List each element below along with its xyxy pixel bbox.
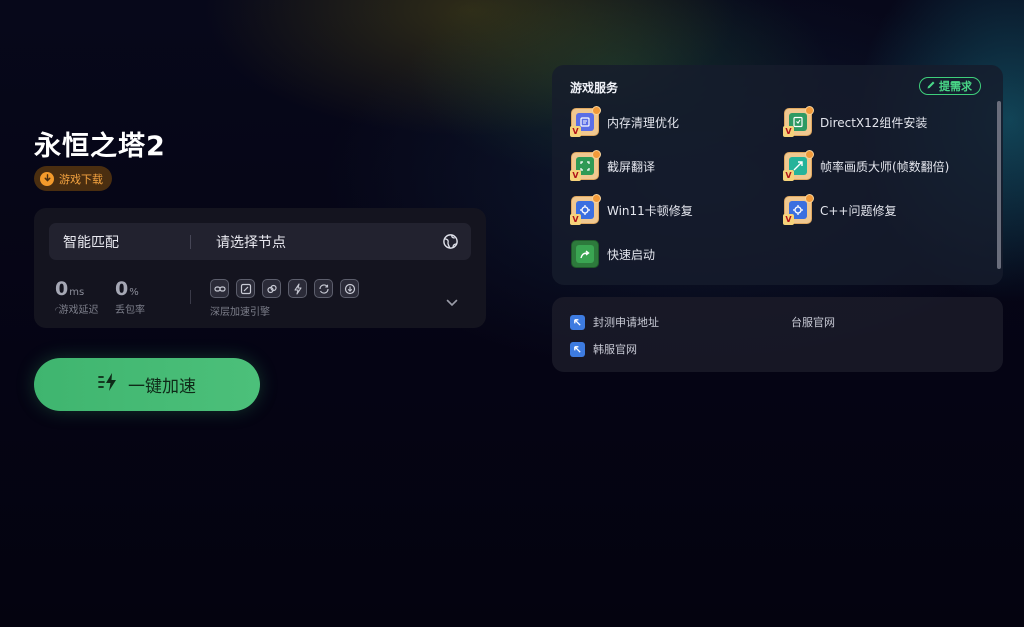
latency-unit: ms: [69, 287, 85, 298]
packet-loss-value: 0: [115, 278, 129, 300]
link-korea-official[interactable]: 韩服官网: [570, 341, 637, 357]
service-label: C++问题修复: [820, 203, 897, 218]
game-title: 永恒之塔2: [34, 131, 166, 162]
service-label: 截屏翻译: [607, 159, 656, 174]
link-label: 封测申请地址: [593, 316, 659, 329]
smart-match-mode[interactable]: 智能匹配: [49, 232, 190, 252]
service-label: 快速启动: [607, 247, 656, 262]
link-label: 台服官网: [791, 316, 835, 329]
quick-launch-icon: [571, 240, 599, 268]
chain-icon: [262, 279, 281, 298]
refresh-icon: [314, 279, 333, 298]
pencil-icon: [926, 80, 936, 93]
screen-icon: [236, 279, 255, 298]
services-title: 游戏服务: [570, 81, 619, 95]
service-label: 帧率画质大师(帧数翻倍): [820, 159, 950, 174]
service-label: 内存清理优化: [607, 115, 680, 130]
boost-label: 一键加速: [128, 377, 196, 397]
service-quick-launch[interactable]: 快速启动: [571, 240, 655, 268]
game-download-label: 游戏下载: [59, 172, 103, 186]
chevron-down-icon[interactable]: [446, 292, 458, 311]
download-icon: [340, 279, 359, 298]
bolt-icon: [288, 279, 307, 298]
cpp-fix-icon: V: [783, 194, 814, 225]
service-cpp-fix[interactable]: V C++问题修复: [783, 194, 897, 225]
directx-install-icon: V: [783, 106, 814, 137]
stats-divider: [190, 290, 191, 304]
framerate-master-icon: V: [783, 150, 814, 181]
game-services-panel: 游戏服务 提需求 V 内存清理优化 V DirectX12组件安装 V 截屏翻译…: [552, 65, 1003, 285]
latency-value: 0: [55, 278, 69, 300]
service-directx12-install[interactable]: V DirectX12组件安装: [783, 106, 928, 137]
boost-bolt-icon: [98, 372, 120, 397]
packet-loss-label: 丢包率: [115, 305, 145, 316]
link-beta-application[interactable]: 封测申请地址: [570, 314, 659, 330]
engine-icon-row: [210, 279, 359, 298]
packet-loss-stat: 0% 丢包率: [115, 278, 145, 316]
links-panel: 封测申请地址 台服官网 韩服官网: [552, 297, 1003, 372]
one-click-boost-button[interactable]: 一键加速: [34, 358, 260, 411]
service-framerate-master[interactable]: V 帧率画质大师(帧数翻倍): [783, 150, 950, 181]
route-selector: 智能匹配 请选择节点: [49, 223, 471, 260]
latency-stat: 0ms ◜游戏延迟: [55, 278, 99, 316]
download-circle-icon: [40, 171, 54, 186]
memory-clean-icon: V: [570, 106, 601, 137]
engine-label: 深层加速引擎: [210, 307, 270, 318]
link-taiwan-official[interactable]: 台服官网: [791, 314, 835, 330]
node-select[interactable]: 请选择节点: [191, 232, 435, 252]
service-memory-clean[interactable]: V 内存清理优化: [570, 106, 680, 137]
link-icon: [210, 279, 229, 298]
service-label: DirectX12组件安装: [820, 115, 928, 130]
service-label: Win11卡顿修复: [607, 203, 693, 218]
service-screenshot-translate[interactable]: V 截屏翻译: [570, 150, 656, 181]
external-link-icon: [570, 341, 585, 357]
globe-icon[interactable]: [435, 233, 465, 250]
screenshot-translate-icon: V: [570, 150, 601, 181]
link-label: 韩服官网: [593, 343, 637, 356]
request-feature-button[interactable]: 提需求: [919, 77, 981, 95]
request-label: 提需求: [939, 80, 972, 93]
service-win11-fix[interactable]: V Win11卡顿修复: [570, 194, 693, 225]
external-link-icon: [570, 314, 585, 330]
latency-label: 游戏延迟: [58, 305, 99, 316]
game-download-button[interactable]: 游戏下载: [34, 166, 112, 191]
route-panel: 智能匹配 请选择节点 0ms ◜游戏延迟 0% 丢包率 深层加速引擎: [34, 208, 486, 328]
services-scrollbar[interactable]: [997, 101, 1001, 269]
win11-fix-icon: V: [570, 194, 601, 225]
packet-loss-unit: %: [129, 287, 139, 298]
